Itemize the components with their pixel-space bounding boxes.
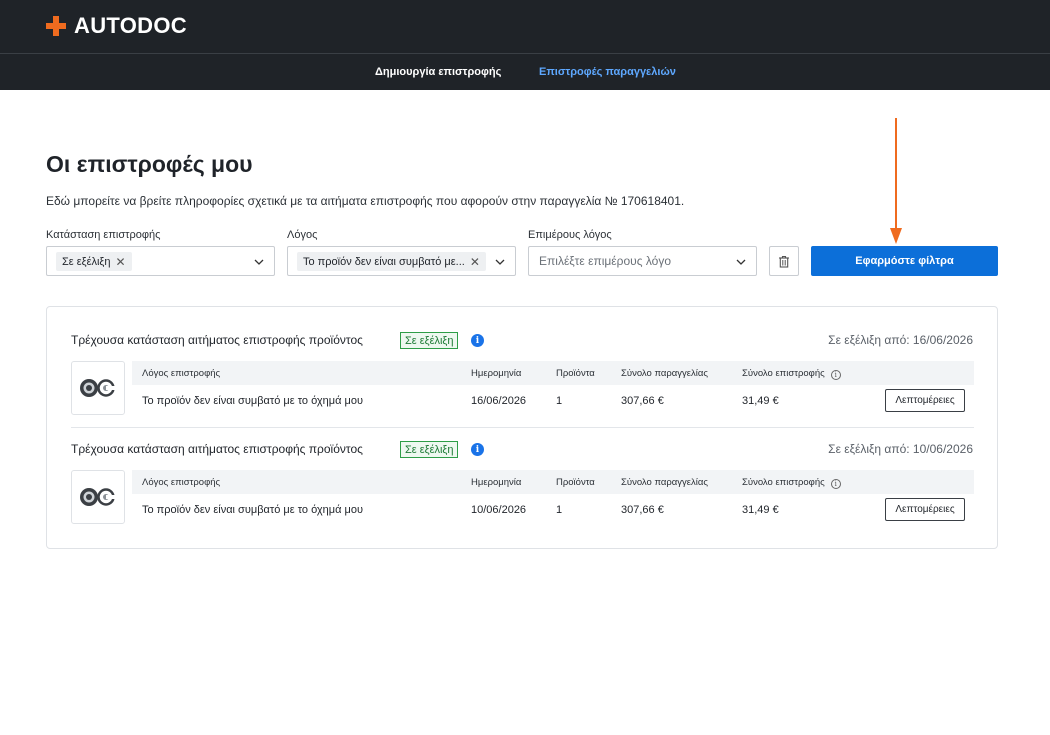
nav-order-returns[interactable]: Επιστροφές παραγγελιών [539, 66, 676, 78]
status-since: Σε εξέλιξη από: 10/06/2026 [828, 442, 973, 456]
info-icon[interactable]: i [830, 370, 841, 380]
col-order-total: Σύνολο παραγγελίας [621, 368, 708, 379]
info-icon[interactable]: i [471, 334, 484, 347]
product-thumbnail [71, 361, 125, 415]
reason-filter-chip: Το προϊόν δεν είναι συμβατό με... ✕ [297, 252, 486, 271]
status-filter-label: Κατάσταση επιστροφής [46, 229, 161, 241]
product-thumbnail [71, 470, 125, 524]
page-title: Οι επιστροφές μου [46, 151, 253, 177]
return-reason: Το προϊόν δεν είναι συμβατό με το όχημά … [142, 504, 364, 516]
reason-chip-label: Το προϊόν δεν είναι συμβατό με... [303, 255, 465, 268]
col-reason: Λόγος επιστροφής [142, 368, 221, 379]
sub-navigation: Δημιουργία επιστροφής Επιστροφές παραγγε… [0, 53, 1050, 90]
table-header: Λόγος επιστροφής Ημερομηνία Προϊόντα Σύν… [132, 361, 974, 385]
col-return-total: Σύνολο επιστροφής i [742, 477, 841, 489]
chevron-down-icon [736, 259, 746, 265]
col-return-total-label: Σύνολο επιστροφής [742, 477, 825, 488]
return-date: 16/06/2026 [471, 395, 527, 407]
order-total: 307,66 € [621, 395, 664, 407]
status-since: Σε εξέλιξη από: 16/06/2026 [828, 333, 973, 347]
status-chip-label: Σε εξέλιξη [62, 255, 111, 268]
reason-filter-label: Λόγος [287, 229, 318, 241]
return-reason: Το προϊόν δεν είναι συμβατό με το όχημά … [142, 395, 364, 407]
col-return-total: Σύνολο επιστροφής i [742, 368, 841, 380]
return-item: Τρέχουσα κατάσταση αιτήματος επιστροφής … [47, 440, 997, 550]
status-filter-chip: Σε εξέλιξη ✕ [56, 252, 132, 271]
trash-icon [779, 255, 789, 268]
reason-filter-select[interactable]: Το προϊόν δεν είναι συμβατό με... ✕ [287, 246, 516, 276]
autodoc-logo[interactable]: AUTODOC [46, 13, 187, 38]
return-products-count: 1 [556, 504, 563, 516]
return-status-title: Τρέχουσα κατάσταση αιτήματος επιστροφής … [71, 442, 363, 456]
sub-reason-placeholder: Επιλέξτε επιμέρους λόγο [539, 254, 671, 268]
col-reason: Λόγος επιστροφής [142, 477, 221, 488]
wheel-bearing-icon [80, 379, 116, 397]
col-date: Ημερομηνία [471, 368, 522, 379]
logo-plus-icon [46, 16, 66, 36]
return-date: 10/06/2026 [471, 504, 527, 516]
status-filter-select[interactable]: Σε εξέλιξη ✕ [46, 246, 275, 276]
sub-reason-filter-select[interactable]: Επιλέξτε επιμέρους λόγο [528, 246, 757, 276]
returns-list-card: Τρέχουσα κατάσταση αιτήματος επιστροφής … [46, 306, 998, 549]
clear-filters-button[interactable] [769, 246, 799, 276]
col-products: Προϊόντα [556, 368, 595, 379]
info-icon[interactable]: i [830, 479, 841, 489]
return-total: 31,49 € [742, 395, 779, 407]
table-header: Λόγος επιστροφής Ημερομηνία Προϊόντα Σύν… [132, 470, 974, 494]
top-header: AUTODOC [0, 0, 1050, 53]
remove-chip-icon[interactable]: ✕ [115, 256, 125, 268]
apply-filters-button[interactable]: Εφαρμόστε φίλτρα [811, 246, 998, 276]
info-icon[interactable]: i [471, 443, 484, 456]
page-description: Εδώ μπορείτε να βρείτε πληροφορίες σχετι… [46, 194, 685, 208]
logo-text: AUTODOC [74, 13, 187, 38]
col-date: Ημερομηνία [471, 477, 522, 488]
chevron-down-icon [254, 259, 264, 265]
chevron-down-icon [495, 259, 505, 265]
col-order-total: Σύνολο παραγγελίας [621, 477, 708, 488]
nav-create-return[interactable]: Δημιουργία επιστροφής [375, 66, 501, 78]
remove-chip-icon[interactable]: ✕ [470, 256, 480, 268]
status-badge: Σε εξέλιξη [400, 332, 459, 349]
divider [71, 427, 974, 428]
details-button[interactable]: Λεπτομέρειες [885, 389, 965, 412]
status-badge: Σε εξέλιξη [400, 441, 459, 458]
return-products-count: 1 [556, 395, 563, 407]
details-button[interactable]: Λεπτομέρειες [885, 498, 965, 521]
col-products: Προϊόντα [556, 477, 595, 488]
col-return-total-label: Σύνολο επιστροφής [742, 368, 825, 379]
return-total: 31,49 € [742, 504, 779, 516]
order-total: 307,66 € [621, 504, 664, 516]
orange-arrow-annotation [890, 118, 902, 244]
return-status-title: Τρέχουσα κατάσταση αιτήματος επιστροφής … [71, 333, 363, 347]
wheel-bearing-icon [80, 488, 116, 506]
sub-reason-filter-label: Επιμέρους λόγος [528, 229, 612, 241]
return-item: Τρέχουσα κατάσταση αιτήματος επιστροφής … [47, 331, 997, 441]
